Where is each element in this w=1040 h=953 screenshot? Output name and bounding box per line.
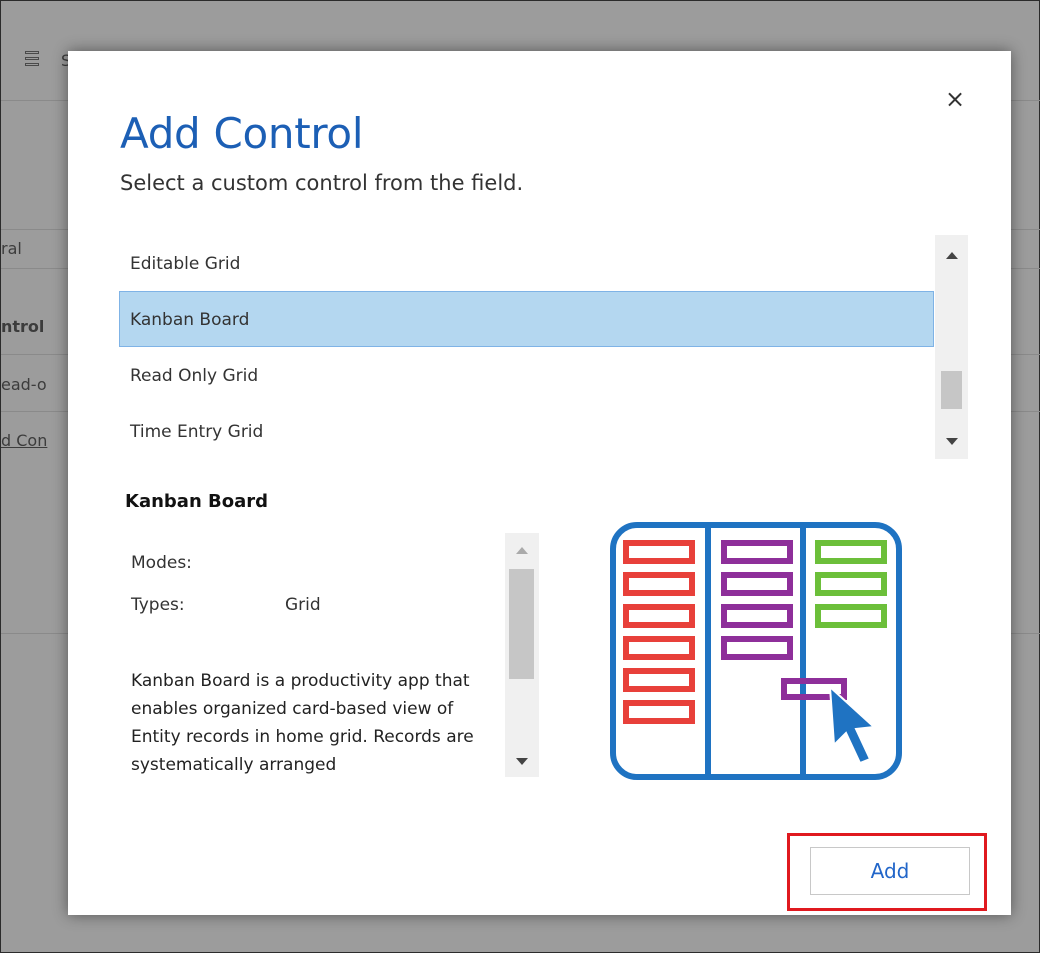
- background-fragment: d Con: [1, 431, 48, 450]
- dialog-subtitle: Select a custom control from the field.: [120, 171, 524, 195]
- background-fragment: ral: [1, 239, 22, 258]
- scroll-down-icon[interactable]: [946, 438, 958, 445]
- types-value: Grid: [285, 595, 321, 615]
- scroll-down-icon[interactable]: [516, 758, 528, 765]
- control-description: Kanban Board is a productivity app that …: [131, 671, 474, 775]
- background-fragment: ntrol: [1, 317, 45, 336]
- scrollbar-thumb[interactable]: [509, 569, 534, 679]
- background-fragment: ead-o: [1, 375, 47, 394]
- list-item-read-only-grid[interactable]: Read Only Grid: [119, 347, 934, 403]
- scroll-up-icon[interactable]: [516, 547, 528, 554]
- scrollbar-thumb[interactable]: [941, 371, 962, 409]
- close-icon[interactable]: ×: [943, 87, 967, 111]
- types-row: Types: Grid: [131, 595, 321, 615]
- modes-label: Modes:: [131, 553, 192, 573]
- control-list-scrollbar[interactable]: [935, 235, 968, 459]
- add-button[interactable]: Add: [810, 847, 970, 895]
- detail-panel: Modes: Types: Grid Kanban Board is a pro…: [119, 533, 539, 777]
- list-item-kanban-board[interactable]: Kanban Board: [119, 291, 934, 347]
- detail-title: Kanban Board: [125, 491, 269, 512]
- menu-icon: [25, 51, 39, 73]
- types-label: Types:: [131, 595, 185, 615]
- dialog-title: Add Control: [120, 109, 364, 158]
- detail-scrollbar[interactable]: [505, 533, 539, 777]
- list-item-time-entry-grid[interactable]: Time Entry Grid: [119, 403, 934, 459]
- scroll-up-icon[interactable]: [946, 252, 958, 259]
- kanban-board-illustration: [610, 522, 902, 780]
- control-list: Editable Grid Kanban Board Read Only Gri…: [119, 235, 934, 459]
- list-item-editable-grid[interactable]: Editable Grid: [119, 235, 934, 291]
- add-control-dialog: × Add Control Select a custom control fr…: [68, 51, 1011, 915]
- modes-row: Modes:: [131, 553, 192, 573]
